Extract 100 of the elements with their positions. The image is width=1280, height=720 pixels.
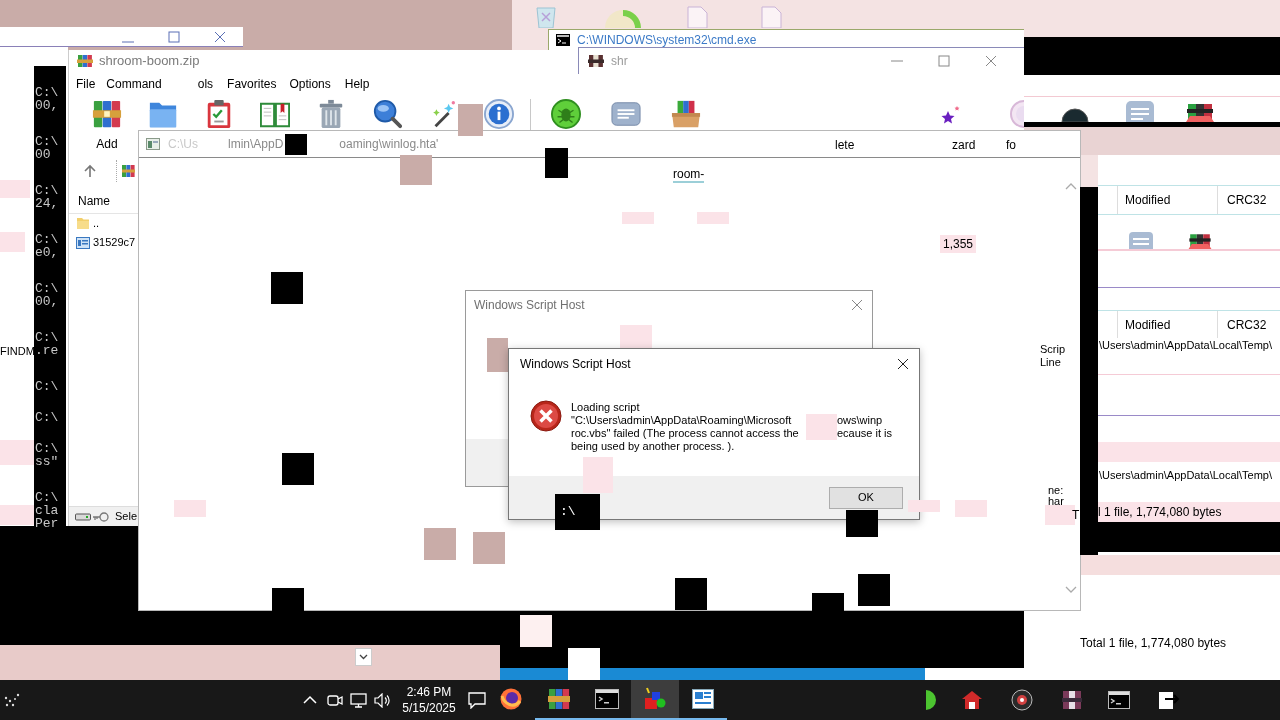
console-text: C:\ [35,411,60,424]
glitch-block [487,338,508,372]
books-icon [92,99,122,129]
column-header[interactable]: Modified [1118,186,1218,214]
glitch-block [0,180,30,198]
window-icon [146,138,160,150]
terminal-icon[interactable] [1108,691,1130,709]
disc-icon[interactable] [1011,689,1033,711]
chevron-down-icon[interactable] [355,648,372,666]
message-text: "C:\Users\admin\AppData\Roaming\Microsoft [571,414,793,427]
column-header[interactable]: CRC32 [1218,311,1267,338]
console-text: 00 [35,148,52,161]
terminal-icon [556,34,570,46]
glitch-block [271,272,303,304]
file-icon [76,236,90,249]
close-icon[interactable] [897,358,909,370]
glitch-block [583,457,613,493]
message-text: Loading script [571,401,640,414]
glitch-block [955,500,987,517]
star-icon[interactable] [940,105,960,125]
menu-item[interactable]: Favorites [227,77,277,91]
console-text: C:\ [35,331,60,344]
archive-icon [588,54,604,68]
message-text: being used by another process. ). [571,440,735,453]
camera-icon[interactable] [327,693,343,707]
glitch-block [285,133,308,155]
field-label: ne: [1048,484,1064,496]
console-text: C:\ [35,282,60,295]
glitch-block [622,212,654,224]
volume-icon[interactable] [374,692,391,708]
console-text: 24, [35,197,60,210]
bug-icon[interactable] [551,99,581,129]
status-text: T [1072,508,1080,522]
books-icon [547,687,571,711]
status-text: l 1 file, 1,774,080 bytes [1098,504,1222,521]
file-size-text: 1,355 [940,235,977,253]
window-title: shroom-boom.zip [99,52,200,71]
console-text: ss" [35,455,60,468]
box-icon[interactable] [671,99,701,129]
console-text: C:\ [35,135,60,148]
glitch-block [400,155,432,185]
terminal-icon [595,689,619,709]
menu-item[interactable]: Help [344,77,370,91]
up-arrow-icon[interactable] [83,164,97,178]
network-icon[interactable] [350,692,367,708]
glitch-block [545,148,568,178]
column-header[interactable]: CRC32 [1218,186,1267,214]
window-title: shr [611,53,628,70]
file-name-text: FINDM [0,344,35,358]
console-text: e0, [35,246,60,259]
path-text: \Users\admin\AppData\Local\Temp\ [1098,338,1274,352]
console-text: Per [35,517,60,530]
window-title: lmin\AppD [228,136,284,153]
notification-icon[interactable] [468,691,486,709]
glitch-block [806,427,837,440]
field-label: Scrip [1040,343,1066,355]
console-text: C:\ [35,491,60,504]
dots-icon [3,692,21,708]
add-button[interactable]: Add [79,99,135,151]
books-icon[interactable] [1186,231,1214,249]
file-name[interactable]: .. [93,216,100,230]
menu-item[interactable]: Options [289,77,331,91]
file-name[interactable]: 31529c7 [93,236,136,249]
path-text: room- [673,167,705,183]
clock-time[interactable]: 2:46 PM [406,684,452,700]
search-icon[interactable] [372,99,402,129]
list-icon[interactable] [611,99,641,129]
console-text: 00, [35,295,60,308]
glitch-block [697,212,729,224]
chevron-up-icon[interactable] [303,695,317,705]
menu-item[interactable]: Command [106,77,162,91]
books-icon[interactable] [1061,690,1083,710]
glitch-block [0,232,25,252]
path-text: \Users\admin\AppData\Local\Temp\ [1098,468,1274,482]
toolbar-label: fo [1006,138,1016,152]
console-text: C:\ [35,233,60,246]
folder-icon [76,216,90,230]
message-text: ecause it is [837,427,893,440]
glitch-block [908,500,940,512]
column-header[interactable]: Modified [1118,311,1218,338]
console-text: C:\ [35,184,60,197]
key-icon [93,511,109,522]
window-title: oaming\winlog.hta' [339,136,439,153]
ok-button[interactable]: OK [829,486,903,509]
field-label: har [1048,496,1064,506]
menu-item[interactable]: File [76,77,96,91]
status-text: Sele [115,509,138,525]
document-icon[interactable] [1158,690,1180,710]
info-icon[interactable] [484,99,514,129]
archive-icon [77,54,93,68]
clock-date[interactable]: 5/15/2025 [402,700,456,716]
console-text: 00, [35,99,60,112]
drive-icon [75,511,91,522]
magic-wand-icon[interactable] [430,99,456,129]
house-icon[interactable] [961,690,983,710]
menu-item[interactable]: ols [197,77,214,91]
archive-icon [122,164,135,178]
maximize-icon[interactable] [168,30,180,43]
document-icon [692,689,714,709]
glitch-block [0,440,34,465]
